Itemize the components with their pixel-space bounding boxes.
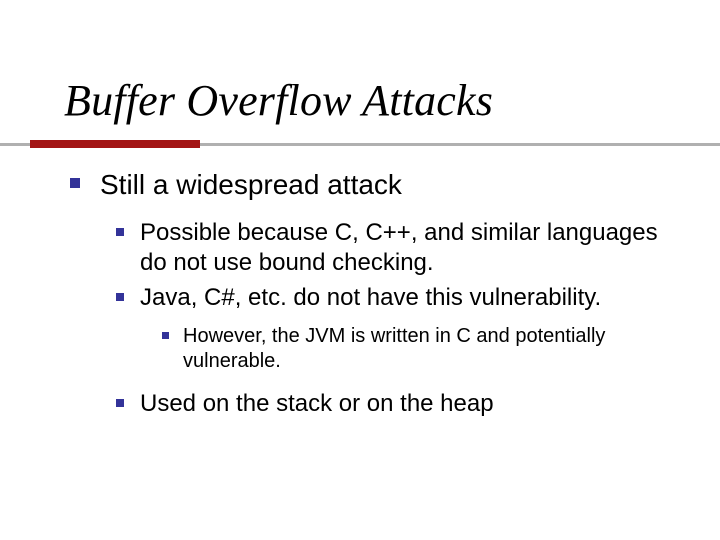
bullet-text: Used on the stack or on the heap — [140, 389, 494, 420]
square-bullet-icon — [162, 332, 169, 339]
slide-body: Still a widespread attack Possible becau… — [70, 168, 680, 424]
square-bullet-icon — [116, 399, 124, 407]
square-bullet-icon — [116, 293, 124, 301]
title-block: Buffer Overflow Attacks — [64, 78, 680, 124]
slide: Buffer Overflow Attacks Still a widespre… — [0, 0, 720, 540]
bullet-text: Possible because C, C++, and similar lan… — [140, 218, 680, 279]
bullet-level2: Java, C#, etc. do not have this vulnerab… — [116, 283, 680, 314]
title-underline — [0, 140, 720, 148]
square-bullet-icon — [116, 228, 124, 236]
bullet-text: However, the JVM is written in C and pot… — [183, 324, 680, 375]
underline-accent — [30, 140, 200, 148]
level2-group: Possible because C, C++, and similar lan… — [116, 218, 680, 420]
bullet-level1: Still a widespread attack — [70, 168, 680, 202]
bullet-level2: Possible because C, C++, and similar lan… — [116, 218, 680, 279]
level3-group: However, the JVM is written in C and pot… — [162, 324, 680, 375]
square-bullet-icon — [70, 178, 80, 188]
bullet-text: Still a widespread attack — [100, 168, 402, 202]
bullet-level2: Used on the stack or on the heap — [116, 389, 680, 420]
slide-title: Buffer Overflow Attacks — [64, 78, 680, 124]
bullet-text: Java, C#, etc. do not have this vulnerab… — [140, 283, 601, 314]
bullet-level3: However, the JVM is written in C and pot… — [162, 324, 680, 375]
